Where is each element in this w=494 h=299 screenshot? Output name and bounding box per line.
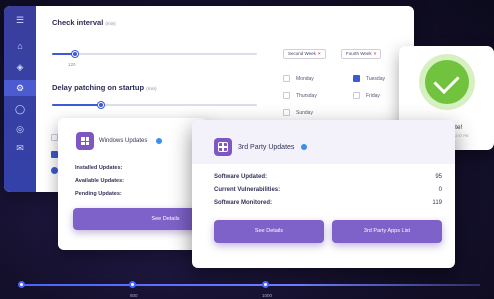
sidebar: ☰ ⌂ ◈ ⚙ ◯ ◎ ✉	[4, 6, 36, 192]
remove-icon[interactable]: ×	[374, 51, 377, 56]
day-label-monday: Monday	[296, 76, 314, 82]
installed-updates-label: Installed Updates:	[75, 165, 123, 171]
day-label-thursday: Thursday	[296, 93, 317, 99]
check-interval-title: Check interval	[52, 18, 104, 27]
day-label-tuesday: Tuesday	[366, 76, 385, 82]
delay-heading: Delay patching on startup (min)	[52, 83, 156, 92]
menu-icon[interactable]: ☰	[14, 14, 26, 26]
available-updates-label: Available Updates:	[75, 178, 125, 184]
software-updated-value: 95	[435, 174, 442, 180]
timeline-label-1000: 1000	[262, 293, 273, 298]
checkbox-option-1[interactable]	[51, 134, 58, 141]
apps-list-button[interactable]: 3rd Party Apps List	[332, 220, 442, 243]
check-interval-heading: Check interval (min)	[52, 18, 116, 27]
software-monitored-label: Software Monitored:	[214, 200, 272, 206]
check-interval-value: 120	[68, 62, 76, 67]
delay-unit: (min)	[146, 86, 157, 91]
day-label-sunday: Sunday	[296, 110, 313, 116]
vulnerabilities-label: Current Vulnerabilities:	[214, 187, 281, 193]
timeline-track[interactable]	[20, 284, 480, 286]
see-details-button[interactable]: See Details	[214, 220, 324, 243]
timeline-handle-mid[interactable]	[129, 281, 136, 288]
third-party-title: 3rd Party Updates	[238, 144, 295, 151]
checkbox-monday[interactable]	[283, 75, 290, 82]
week-chip-second[interactable]: Second Week ×	[283, 49, 326, 59]
info-icon[interactable]	[301, 144, 307, 150]
third-party-card: 3rd Party Updates Software Updated: 95 C…	[192, 120, 455, 268]
week-chip-label: Second Week	[288, 51, 316, 56]
day-label-friday: Friday	[366, 93, 380, 99]
windows-icon	[76, 132, 94, 150]
see-details-label: See Details	[151, 216, 180, 222]
delay-knob[interactable]	[98, 102, 105, 108]
windows-updates-title: Windows Updates	[99, 138, 148, 144]
pending-updates-label: Pending Updates:	[75, 191, 122, 197]
checkbox-option-2[interactable]	[51, 151, 58, 158]
timeline-handle-start[interactable]	[18, 281, 25, 288]
gear-icon[interactable]: ⚙	[4, 80, 36, 96]
lifebuoy-icon[interactable]: ◎	[14, 123, 26, 135]
home-icon[interactable]: ⌂	[14, 40, 26, 52]
vulnerabilities-value: 0	[438, 187, 442, 193]
shield-icon[interactable]: ◈	[14, 61, 26, 73]
timeline-handle-end[interactable]	[262, 281, 269, 288]
remove-icon[interactable]: ×	[318, 51, 321, 56]
timeline-label-800: 800	[130, 293, 138, 298]
checkbox-thursday[interactable]	[283, 92, 290, 99]
week-chip-fourth[interactable]: Fourth Week ×	[341, 49, 382, 59]
windows-updates-card: Windows Updates Installed Updates: Avail…	[58, 118, 208, 250]
delay-fill	[52, 104, 102, 106]
globe-icon[interactable]: ◯	[14, 103, 26, 115]
software-updated-label: Software Updated:	[214, 174, 268, 180]
week-chip-label: Fourth Week	[346, 51, 372, 56]
checkbox-sunday[interactable]	[283, 109, 290, 116]
software-monitored-value: 119	[432, 200, 442, 206]
radio-option[interactable]	[51, 167, 58, 174]
check-interval-slider[interactable]	[52, 53, 257, 55]
checkbox-tuesday[interactable]	[353, 75, 360, 82]
check-interval-knob[interactable]	[71, 51, 78, 57]
apps-icon	[214, 138, 232, 156]
mail-icon[interactable]: ✉	[14, 142, 26, 154]
checkbox-friday[interactable]	[353, 92, 360, 99]
check-interval-unit: (min)	[105, 21, 116, 26]
info-icon[interactable]	[156, 138, 162, 144]
delay-title: Delay patching on startup	[52, 83, 145, 92]
windows-see-details-button[interactable]: See Details	[73, 208, 198, 230]
